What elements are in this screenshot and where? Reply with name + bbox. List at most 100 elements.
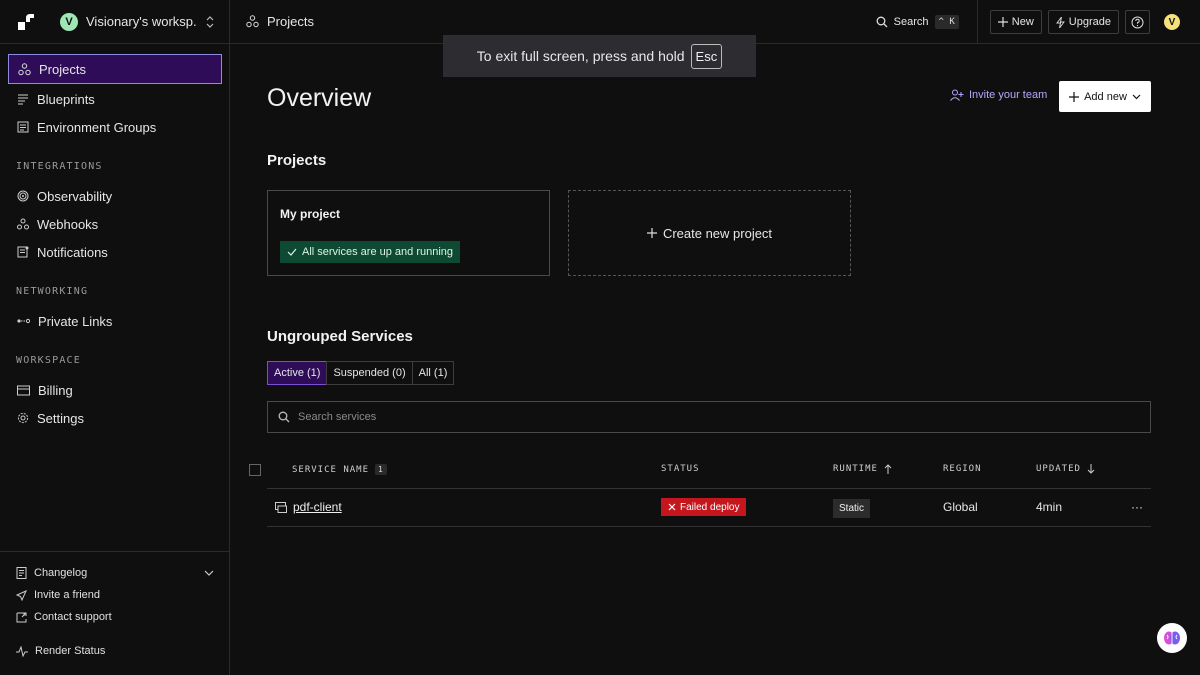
sidebar-item-environment-groups[interactable]: Environment Groups: [8, 112, 222, 142]
shortcut-key: ^ K: [934, 15, 959, 29]
runtime-cell: Static: [833, 499, 871, 518]
observability-icon: [17, 190, 29, 202]
tab-all[interactable]: All (1): [411, 361, 455, 385]
status-cell: Failed deploy: [661, 498, 747, 516]
search-services-input[interactable]: [298, 411, 1098, 423]
service-filter-tabs: Active (1) Suspended (0) All (1): [267, 361, 455, 385]
column-label: SERVICE NAME: [292, 464, 370, 475]
service-link[interactable]: pdf-client: [293, 500, 342, 514]
add-new-button[interactable]: Add new: [1059, 81, 1151, 112]
contact-support-link[interactable]: Contact support: [16, 611, 112, 623]
section-integrations: INTEGRATIONS: [16, 161, 103, 172]
assistant-button[interactable]: [1157, 623, 1187, 653]
chevron-down-icon[interactable]: [204, 570, 214, 576]
search-label: Search: [893, 16, 929, 28]
breadcrumb[interactable]: Projects: [230, 14, 314, 29]
billing-icon: [17, 385, 30, 396]
sidebar: Projects Blueprints Environment Groups I…: [0, 44, 230, 675]
logo-icon: [18, 13, 34, 30]
webhooks-icon: [17, 218, 29, 230]
sidebar-item-projects[interactable]: Projects: [8, 54, 222, 84]
blueprints-icon: [17, 93, 29, 105]
sidebar-item-label: Notifications: [37, 244, 108, 260]
user-avatar[interactable]: V: [1164, 14, 1180, 30]
workspace-name: Visionary's worksp...: [86, 14, 197, 29]
upgrade-button[interactable]: Upgrade: [1047, 10, 1119, 34]
ungrouped-services-heading: Ungrouped Services: [267, 328, 413, 345]
render-status-link[interactable]: Render Status: [16, 645, 105, 657]
column-updated[interactable]: UPDATED: [1036, 464, 1095, 474]
region-cell: Global: [943, 500, 978, 514]
send-icon: [16, 589, 27, 601]
column-runtime[interactable]: RUNTIME: [833, 464, 892, 474]
chevron-down-icon: [1132, 94, 1141, 100]
create-project-button[interactable]: Create new project: [568, 190, 851, 276]
page-title: Overview: [267, 84, 372, 112]
changelog-link[interactable]: Changelog: [16, 567, 214, 579]
chevron-up-down-icon: [205, 15, 215, 28]
sidebar-item-private-links[interactable]: Private Links: [8, 306, 222, 336]
esc-key: Esc: [690, 43, 723, 69]
fullscreen-toast: To exit full screen, press and hold Esc: [443, 35, 756, 77]
sidebar-item-label: Blueprints: [37, 91, 95, 107]
updated-cell: 4min: [1036, 500, 1063, 514]
arrow-up-icon: [884, 464, 892, 474]
arrow-down-icon: [1087, 464, 1095, 474]
status-badge: All services are up and running: [280, 241, 461, 263]
invite-friend-label: Invite a friend: [34, 589, 101, 601]
invite-team-button[interactable]: Invite your team: [950, 89, 1047, 101]
new-button[interactable]: New: [989, 10, 1042, 34]
search-services-box: [267, 401, 1151, 433]
failed-deploy-badge[interactable]: Failed deploy: [661, 498, 747, 516]
check-icon: [287, 248, 297, 256]
breadcrumb-label: Projects: [267, 14, 314, 29]
sidebar-item-label: Environment Groups: [37, 119, 157, 135]
brain-icon: [1163, 630, 1181, 646]
column-status[interactable]: STATUS: [661, 464, 700, 474]
sidebar-item-blueprints[interactable]: Blueprints: [8, 84, 222, 114]
sidebar-item-settings[interactable]: Settings: [8, 403, 222, 433]
render-status-label: Render Status: [35, 645, 106, 657]
invite-friend-link[interactable]: Invite a friend: [16, 589, 100, 601]
render-logo[interactable]: [0, 0, 52, 44]
search-icon: [876, 16, 888, 28]
project-card[interactable]: My project All services are up and runni…: [267, 190, 550, 276]
sidebar-item-label: Private Links: [38, 313, 113, 329]
lightning-icon: [1055, 16, 1065, 28]
notifications-icon: [17, 246, 29, 258]
projects-icon: [246, 15, 259, 28]
table-row-divider: [267, 526, 1151, 527]
sidebar-item-label: Webhooks: [37, 216, 99, 232]
select-all-checkbox[interactable]: [249, 464, 261, 476]
environment-groups-icon: [17, 121, 29, 133]
column-label: RUNTIME: [833, 464, 878, 474]
sidebar-item-label: Projects: [39, 61, 86, 77]
search-icon: [278, 411, 290, 423]
runtime-badge: Static: [833, 499, 871, 518]
sidebar-item-label: Billing: [38, 382, 73, 398]
project-name: My project: [280, 207, 341, 221]
sidebar-item-notifications[interactable]: Notifications: [8, 237, 222, 267]
column-label: UPDATED: [1036, 464, 1081, 474]
sidebar-item-label: Settings: [37, 410, 84, 426]
row-more-button[interactable]: ···: [1131, 500, 1143, 514]
sidebar-item-webhooks[interactable]: Webhooks: [8, 209, 222, 239]
plus-icon: [646, 228, 657, 238]
column-region[interactable]: REGION: [943, 464, 982, 474]
create-project-label: Create new project: [662, 225, 773, 241]
status-badge-label: All services are up and running: [302, 246, 454, 258]
sidebar-item-observability[interactable]: Observability: [8, 181, 222, 211]
column-service-name[interactable]: SERVICE NAME 1: [292, 464, 387, 475]
tab-active[interactable]: Active (1): [267, 361, 328, 385]
sidebar-item-billing[interactable]: Billing: [8, 375, 222, 405]
global-search-button[interactable]: Search ^ K: [876, 15, 959, 29]
static-site-icon: [275, 501, 287, 513]
projects-heading: Projects: [267, 152, 327, 169]
table-header-divider: [267, 488, 1151, 489]
support-icon: [16, 612, 27, 623]
section-workspace: WORKSPACE: [16, 355, 81, 366]
workspace-switcher[interactable]: V Visionary's worksp...: [52, 0, 230, 44]
workspace-avatar: V: [60, 12, 78, 31]
tab-suspended[interactable]: Suspended (0): [326, 361, 413, 385]
help-button[interactable]: [1125, 10, 1150, 34]
